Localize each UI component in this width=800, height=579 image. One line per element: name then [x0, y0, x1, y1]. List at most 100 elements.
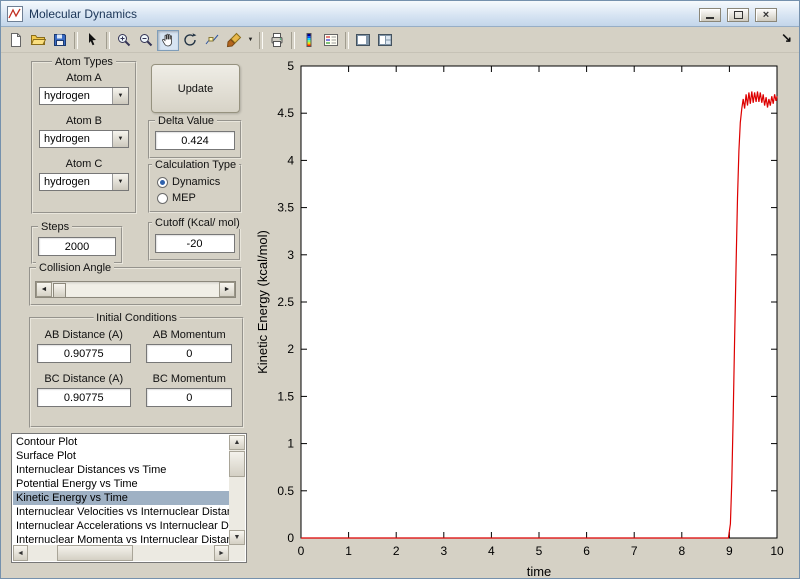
dynamics-radio[interactable]: [157, 177, 168, 188]
listbox-item[interactable]: Surface Plot: [13, 449, 229, 463]
group-title: Atom Types: [52, 56, 116, 68]
y-tick-label: 1: [287, 437, 294, 451]
listbox-viewport[interactable]: Contour PlotSurface PlotInternuclear Dis…: [13, 435, 229, 545]
right-arrow-icon: ►: [218, 550, 225, 557]
brush-button[interactable]: [223, 30, 245, 51]
scroll-up-button[interactable]: ▲: [229, 435, 245, 450]
dropdown-button[interactable]: ▼: [112, 88, 128, 104]
initial-conditions-group: Initial Conditions AB Distance (A) AB Mo…: [29, 317, 244, 428]
save-figure-button[interactable]: [49, 30, 71, 51]
plot-area[interactable]: 01234567891000.511.522.533.544.55timeKin…: [251, 56, 796, 578]
collision-angle-group: Collision Angle ◄ ►: [29, 267, 242, 306]
group-title: Collision Angle: [36, 262, 114, 274]
atom-b-dropdown[interactable]: hydrogen ▼: [39, 130, 129, 148]
initial-conditions-grid: AB Distance (A) AB Momentum BC Distance …: [31, 319, 242, 417]
data-cursor-icon: [204, 32, 220, 48]
listbox-item[interactable]: Potential Energy vs Time: [13, 477, 229, 491]
ab-momentum-input[interactable]: [146, 344, 232, 363]
x-tick-label: 10: [770, 544, 784, 558]
mep-radio-row[interactable]: MEP: [157, 192, 240, 204]
bc-distance-input[interactable]: [37, 388, 131, 407]
left-arrow-icon: ◄: [41, 286, 48, 293]
slider-thumb[interactable]: [53, 283, 66, 298]
slider-left-button[interactable]: ◄: [36, 282, 52, 297]
toolbar-separator: [345, 32, 349, 49]
slider-right-button[interactable]: ►: [219, 282, 235, 297]
window-title: Molecular Dynamics: [29, 7, 137, 21]
dynamics-radio-row[interactable]: Dynamics: [157, 176, 240, 188]
steps-input[interactable]: [38, 237, 116, 256]
listbox-item[interactable]: Internuclear Velocities vs Internuclear …: [13, 505, 229, 519]
update-button[interactable]: Update: [151, 64, 240, 113]
dropdown-button[interactable]: ▼: [112, 131, 128, 147]
zoom-out-button[interactable]: [135, 30, 157, 51]
toolbar-separator: [259, 32, 263, 49]
mep-radio[interactable]: [157, 193, 168, 204]
listbox-item[interactable]: Contour Plot: [13, 435, 229, 449]
scroll-right-button[interactable]: ►: [214, 545, 229, 561]
atom-b-label: Atom B: [33, 115, 135, 127]
delta-value-group: Delta Value: [148, 120, 242, 159]
rotate-3d-button[interactable]: [179, 30, 201, 51]
axes-box[interactable]: [301, 66, 777, 538]
dock-figure-arrow-icon[interactable]: ↘: [781, 30, 792, 46]
steps-group: Steps: [31, 226, 123, 264]
new-figure-button[interactable]: [5, 30, 27, 51]
dropdown-value: hydrogen: [40, 174, 112, 190]
y-axis-label: Kinetic Energy (kcal/mol): [255, 230, 270, 374]
group-title: Initial Conditions: [93, 312, 180, 324]
hide-plot-tools-button[interactable]: [352, 30, 374, 51]
atom-c-dropdown[interactable]: hydrogen ▼: [39, 173, 129, 191]
save-disk-icon: [52, 32, 68, 48]
close-button[interactable]: ×: [755, 8, 777, 22]
listbox-item[interactable]: Internuclear Distances vs Time: [13, 463, 229, 477]
insert-colorbar-button[interactable]: [298, 30, 320, 51]
insert-legend-button[interactable]: [320, 30, 342, 51]
dropdown-button[interactable]: ▼: [112, 174, 128, 190]
minimize-button[interactable]: [699, 8, 721, 22]
group-title: Calculation Type: [152, 159, 239, 171]
zoom-in-button[interactable]: [113, 30, 135, 51]
show-plot-tools-button[interactable]: [374, 30, 396, 51]
cutoff-input[interactable]: [155, 234, 235, 253]
plot-canvas[interactable]: 01234567891000.511.522.533.544.55timeKin…: [251, 56, 796, 578]
edit-plot-button[interactable]: [81, 30, 103, 51]
open-file-button[interactable]: [27, 30, 49, 51]
mep-radio-label: MEP: [172, 192, 196, 204]
down-arrow-icon: ▼: [234, 534, 241, 541]
delta-value-input[interactable]: [155, 131, 235, 150]
zoom-out-icon: [138, 32, 154, 48]
plot-type-listbox[interactable]: Contour PlotSurface PlotInternuclear Dis…: [11, 433, 247, 563]
ab-distance-input[interactable]: [37, 344, 131, 363]
collision-angle-slider[interactable]: ◄ ►: [35, 281, 236, 298]
dropdown-value: hydrogen: [40, 131, 112, 147]
title-bar[interactable]: Molecular Dynamics ×: [1, 1, 799, 27]
y-tick-label: 3: [287, 248, 294, 262]
molecular-dynamics-window: Molecular Dynamics ×: [0, 0, 800, 579]
listbox-vertical-scrollbar[interactable]: ▲ ▼: [229, 435, 245, 545]
atom-a-dropdown[interactable]: hydrogen ▼: [39, 87, 129, 105]
rotate-3d-icon: [182, 32, 198, 48]
listbox-item[interactable]: Kinetic Energy vs Time: [13, 491, 229, 505]
colorbar-icon: [301, 32, 317, 48]
brush-dropdown-button[interactable]: ▼: [245, 30, 256, 51]
atom-a-label: Atom A: [33, 72, 135, 84]
bc-momentum-input[interactable]: [146, 388, 232, 407]
pan-button[interactable]: [157, 30, 179, 51]
toolbar-separator: [74, 32, 78, 49]
scroll-down-button[interactable]: ▼: [229, 530, 245, 545]
listbox-item[interactable]: Internuclear Accelerations vs Internucle…: [13, 519, 229, 533]
print-figure-button[interactable]: [266, 30, 288, 51]
horizontal-scrollbar-thumb[interactable]: [57, 545, 133, 561]
data-cursor-button[interactable]: [201, 30, 223, 51]
figure-toolbar: ▼: [1, 28, 799, 53]
show-plot-tools-icon: [377, 32, 393, 48]
maximize-button[interactable]: [727, 8, 749, 22]
vertical-scrollbar-thumb[interactable]: [229, 451, 245, 477]
scroll-left-button[interactable]: ◄: [13, 545, 28, 561]
listbox-item[interactable]: Internuclear Momenta vs Internuclear Dis…: [13, 533, 229, 545]
y-tick-label: 2: [287, 342, 294, 356]
listbox-horizontal-scrollbar[interactable]: ◄ ►: [13, 545, 229, 561]
x-axis-label: time: [527, 564, 552, 578]
x-tick-label: 0: [298, 544, 305, 558]
